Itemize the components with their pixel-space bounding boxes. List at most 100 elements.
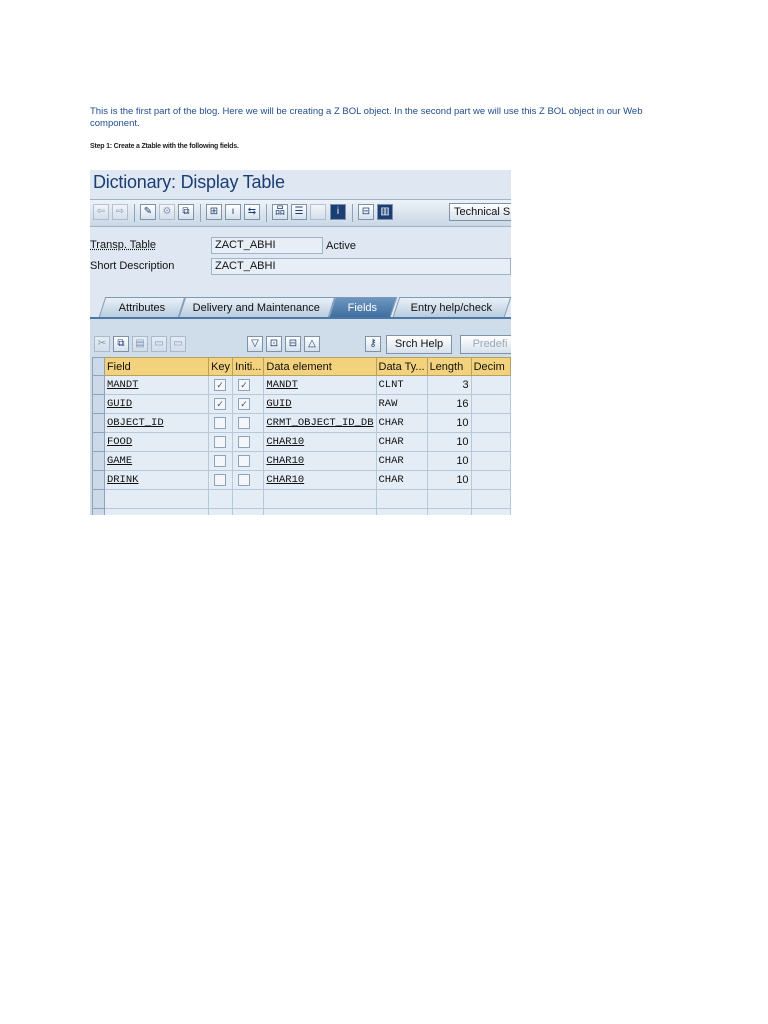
key-checkbox[interactable] [214, 455, 227, 468]
predefined-type-button[interactable]: Predefi [460, 335, 511, 354]
data-element-cell[interactable]: CHAR10 [263, 432, 377, 452]
check-icon[interactable]: ⚙ [159, 204, 175, 220]
row-selector[interactable] [92, 432, 105, 452]
row-selector[interactable] [92, 470, 105, 490]
table-row[interactable]: GUID ✓ ✓ GUID RAW 16 [92, 394, 511, 414]
edit-pencil-icon[interactable]: ✎ [140, 204, 156, 220]
table-row[interactable]: OBJECT_ID CRMT_OBJECT_ID_DB CHAR 10 [92, 413, 511, 433]
initial-checkbox-cell: ✓ [232, 375, 265, 395]
delete-row-icon[interactable]: ▭ [170, 336, 186, 352]
length-cell: 10 [426, 451, 472, 471]
table-grid-icon[interactable]: ▥ [377, 204, 393, 220]
tab-strip: Attributes Delivery and Maintenance Fiel… [90, 295, 511, 317]
insert-row-icon[interactable]: ▭ [151, 336, 167, 352]
empty-cell [426, 508, 472, 515]
key-checkbox[interactable]: ✓ [214, 379, 227, 392]
empty-cell[interactable] [263, 489, 377, 509]
where-used-icon[interactable]: ⊞ [206, 204, 222, 220]
copy-icon[interactable]: ⧉ [113, 336, 129, 352]
empty-cell[interactable] [103, 489, 210, 509]
data-element-cell[interactable]: MANDT [263, 375, 377, 395]
cut-icon[interactable]: ✂ [94, 336, 110, 352]
activate-icon[interactable]: ⧉ [178, 204, 194, 220]
tab-attributes[interactable]: Attributes [98, 297, 186, 317]
field-name-cell[interactable]: DRINK [103, 470, 210, 490]
technical-settings-button[interactable]: Technical S [449, 203, 511, 221]
length-cell: 10 [426, 432, 472, 452]
empty-cell[interactable] [103, 508, 210, 515]
table-row[interactable]: MANDT ✓ ✓ MANDT CLNT 3 [92, 375, 511, 395]
initial-checkbox[interactable] [238, 455, 251, 468]
empty-cell [470, 489, 511, 509]
tab-delivery-maintenance[interactable]: Delivery and Maintenance [178, 297, 336, 317]
table-status: Active [326, 240, 356, 252]
tab-entry-help-check[interactable]: Entry help/check [392, 297, 511, 317]
field-name-cell[interactable]: MANDT [103, 375, 210, 395]
key-checkbox[interactable]: ✓ [214, 398, 227, 411]
field-name-cell[interactable]: GUID [103, 394, 210, 414]
empty-table-row[interactable] [92, 508, 511, 515]
row-selector[interactable] [92, 451, 105, 471]
initial-checkbox[interactable] [238, 474, 251, 487]
info-icon[interactable]: i [330, 204, 346, 220]
key-checkbox[interactable] [214, 436, 227, 449]
table-row[interactable]: FOOD CHAR10 CHAR 10 [92, 432, 511, 452]
data-element-cell[interactable]: CHAR10 [263, 451, 377, 471]
paste-icon[interactable]: ▤ [132, 336, 148, 352]
step-instruction: Step 1: Create a Ztable with the followi… [90, 143, 239, 150]
column-header-data-element[interactable]: Data element [263, 357, 377, 376]
info-marker-icon[interactable]: ı [225, 204, 241, 220]
initial-checkbox[interactable]: ✓ [238, 398, 251, 411]
display-object-list-icon[interactable]: ☰ [291, 204, 307, 220]
row-selector[interactable] [92, 375, 105, 395]
column-header-key[interactable]: Key [208, 357, 234, 376]
empty-cell[interactable] [263, 508, 377, 515]
initial-checkbox[interactable]: ✓ [238, 379, 251, 392]
column-header-length[interactable]: Length [426, 357, 472, 376]
key-checkbox-cell: ✓ [208, 375, 234, 395]
forward-arrow-icon[interactable]: ⇨ [112, 204, 128, 220]
data-type-cell: CHAR [375, 470, 428, 490]
fields-table: Field Key Initi... Data element Data Ty.… [92, 357, 511, 515]
back-arrow-icon[interactable]: ⇦ [93, 204, 109, 220]
navigate-icon[interactable]: ⇆ [244, 204, 260, 220]
field-name-cell[interactable]: OBJECT_ID [103, 413, 210, 433]
initial-checkbox[interactable] [238, 417, 251, 430]
column-header-data-type[interactable]: Data Ty... [375, 357, 428, 376]
tab-fields[interactable]: Fields [328, 297, 398, 317]
hierarchy-icon[interactable]: 品 [272, 204, 288, 220]
tree-icon[interactable]: ⊟ [358, 204, 374, 220]
row-selector-header[interactable] [92, 357, 105, 376]
field-name-cell[interactable]: GAME [103, 451, 210, 471]
tab-label: Entry help/check [411, 302, 493, 314]
deselect-icon[interactable]: ⊟ [285, 336, 301, 352]
blank-icon[interactable] [310, 204, 326, 220]
search-help-key-icon[interactable]: ⚷ [365, 336, 381, 352]
initial-checkbox[interactable] [238, 436, 251, 449]
column-header-decimals[interactable]: Decim [470, 357, 511, 376]
row-selector[interactable] [92, 394, 105, 414]
transp-table-field[interactable]: ZACT_ABHI [211, 237, 323, 254]
column-header-field[interactable]: Field [103, 357, 210, 376]
select-all-icon[interactable]: ⊡ [266, 336, 282, 352]
empty-table-row[interactable] [92, 489, 511, 509]
length-cell: 16 [426, 394, 472, 414]
window-title: Dictionary: Display Table [93, 172, 285, 192]
search-help-button[interactable]: Srch Help [386, 335, 452, 354]
filter-up-icon[interactable]: △ [304, 336, 320, 352]
column-header-initial[interactable]: Initi... [232, 357, 265, 376]
row-selector[interactable] [92, 508, 105, 515]
key-checkbox[interactable] [214, 417, 227, 430]
table-row[interactable]: GAME CHAR10 CHAR 10 [92, 451, 511, 471]
toolbar-separator [134, 204, 135, 222]
field-name-cell[interactable]: FOOD [103, 432, 210, 452]
table-row[interactable]: DRINK CHAR10 CHAR 10 [92, 470, 511, 490]
data-element-cell[interactable]: CHAR10 [263, 470, 377, 490]
short-description-field[interactable]: ZACT_ABHI [211, 258, 511, 275]
row-selector[interactable] [92, 413, 105, 433]
data-element-cell[interactable]: GUID [263, 394, 377, 414]
filter-down-icon[interactable]: ▽ [247, 336, 263, 352]
row-selector[interactable] [92, 489, 105, 509]
key-checkbox[interactable] [214, 474, 227, 487]
data-element-cell[interactable]: CRMT_OBJECT_ID_DB [263, 413, 377, 433]
